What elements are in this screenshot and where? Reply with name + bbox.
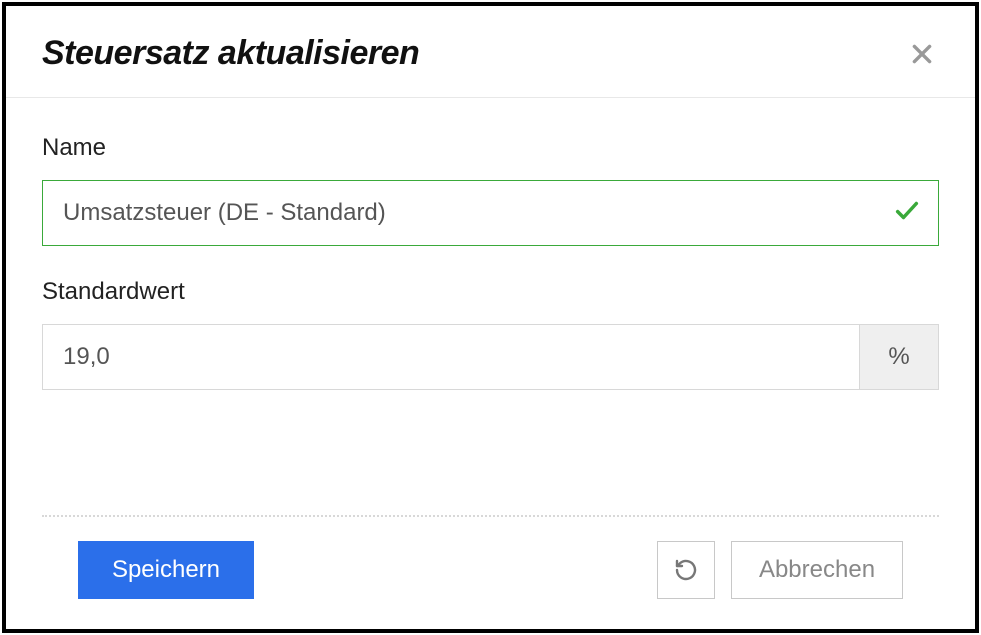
modal-body: Name Standardwert % <box>6 98 975 515</box>
footer-right: Abbrechen <box>657 541 903 599</box>
undo-icon <box>674 558 698 582</box>
modal-header: Steuersatz aktualisieren <box>6 6 975 98</box>
name-label: Name <box>42 134 939 162</box>
standard-label: Standardwert <box>42 278 939 306</box>
name-input[interactable] <box>42 180 939 246</box>
cancel-button[interactable]: Abbrechen <box>731 541 903 599</box>
modal-title: Steuersatz aktualisieren <box>42 34 419 73</box>
close-button[interactable] <box>905 37 939 71</box>
form-group-name: Name <box>42 134 939 246</box>
percent-addon: % <box>859 324 939 390</box>
modal-dialog: Steuersatz aktualisieren Name Standardwe… <box>2 2 979 633</box>
reset-button[interactable] <box>657 541 715 599</box>
standard-input-group: % <box>42 324 939 390</box>
footer-left: Speichern <box>78 541 254 599</box>
standard-input[interactable] <box>42 324 859 390</box>
form-group-standard: Standardwert % <box>42 278 939 390</box>
name-input-wrapper <box>42 180 939 246</box>
save-button[interactable]: Speichern <box>78 541 254 599</box>
close-icon <box>909 41 935 67</box>
modal-footer: Speichern Abbrechen <box>42 515 939 629</box>
